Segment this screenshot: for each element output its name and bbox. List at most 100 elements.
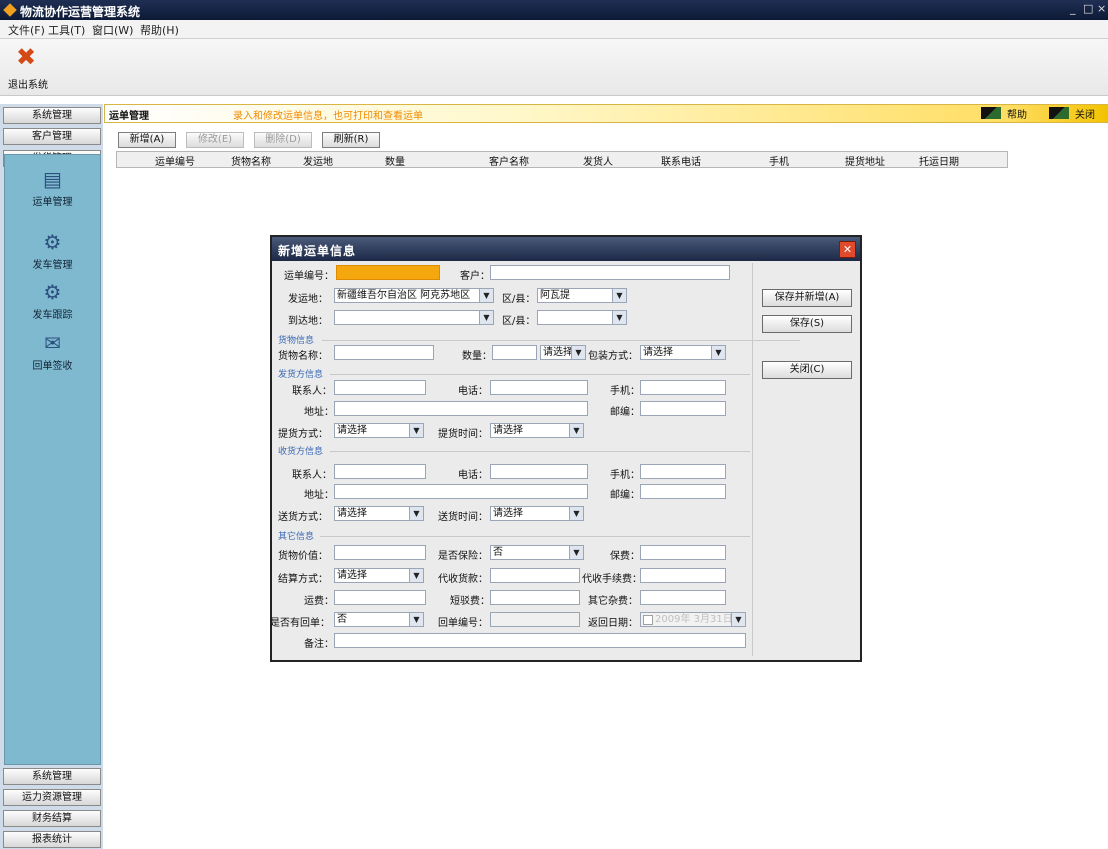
dialog-close-icon[interactable]: ✕	[839, 241, 856, 258]
short-fee-label: 短驳费：	[450, 596, 490, 607]
nav-system-management[interactable]: 系统管理	[3, 107, 101, 124]
menu-tools[interactable]: 工具(T)	[48, 22, 85, 38]
col-origin[interactable]: 发运地	[303, 153, 333, 168]
return-date-picker[interactable]: 2009年 3月31日 ▼	[640, 612, 746, 627]
cod-field[interactable]	[490, 568, 580, 583]
waybill-no-field[interactable]	[336, 265, 440, 280]
save-button[interactable]: 保存(S)	[762, 315, 852, 333]
close-tab-button[interactable]: 关闭	[1075, 106, 1095, 121]
premium-label: 保费：	[610, 551, 640, 562]
app-icon	[3, 3, 17, 17]
premium-field[interactable]	[640, 545, 726, 560]
return-date-checkbox[interactable]	[643, 615, 653, 625]
divider	[752, 263, 753, 656]
window-title-bar: 物流协作运营管理系统 _ □ ×	[0, 0, 1108, 20]
dest-district-select[interactable]: ▼	[537, 310, 627, 325]
save-and-new-button[interactable]: 保存并新增(A)	[762, 289, 852, 307]
freight-label: 运费：	[304, 596, 334, 607]
col-customer[interactable]: 客户名称	[489, 153, 529, 168]
close-window-button[interactable]: ×	[1097, 2, 1106, 15]
menu-help[interactable]: 帮助(H)	[140, 22, 179, 38]
short-fee-field[interactable]	[490, 590, 580, 605]
pack-select[interactable]: 请选择 ▼	[640, 345, 726, 360]
nav-reports[interactable]: 报表统计	[3, 831, 101, 848]
col-waybill-no[interactable]: 运单编号	[155, 153, 195, 168]
pickup-time-select[interactable]: 请选择 ▼	[490, 423, 584, 438]
col-shipper[interactable]: 发货人	[583, 153, 613, 168]
return-date-value: 2009年 3月31日	[655, 614, 733, 625]
receiver-address-field[interactable]	[334, 484, 588, 499]
customer-field[interactable]	[490, 265, 730, 280]
shipper-phone-field[interactable]	[490, 380, 588, 395]
menu-file[interactable]: 文件(F)	[8, 22, 45, 38]
shipper-mobile-field[interactable]	[640, 380, 726, 395]
help-button[interactable]: 帮助	[1007, 106, 1027, 121]
district-select[interactable]: 阿瓦提 ▼	[537, 288, 627, 303]
qty-field[interactable]	[492, 345, 537, 360]
add-button[interactable]: 新增(A)	[118, 132, 176, 148]
remark-field[interactable]	[334, 633, 746, 648]
nav-capacity-management[interactable]: 运力资源管理	[3, 789, 101, 806]
nav-tracking-label: 发车跟踪	[32, 310, 73, 321]
nav-tracking[interactable]: ⚙ 发车跟踪	[5, 280, 100, 330]
receipt-no-field[interactable]	[490, 612, 580, 627]
waybill-no-label: 运单编号：	[284, 271, 334, 282]
insured-select[interactable]: 否 ▼	[490, 545, 584, 560]
nav-finance[interactable]: 财务结算	[3, 810, 101, 827]
dialog-close-button[interactable]: 关闭(C)	[762, 361, 852, 379]
nav-receipt[interactable]: ✉ 回单签收	[5, 331, 100, 381]
nav-panel: ▤ 运单管理 ⚙ 发车管理 ⚙ 发车跟踪 ✉ 回单签收	[4, 154, 101, 765]
freight-field[interactable]	[334, 590, 426, 605]
delivery-mode-select[interactable]: 请选择 ▼	[334, 506, 424, 521]
nav-customer-management[interactable]: 客户管理	[3, 128, 101, 145]
origin-select[interactable]: 新疆维吾尔自治区 阿克苏地区 ▼	[334, 288, 494, 303]
delivery-time-value: 请选择	[493, 508, 523, 519]
refresh-button[interactable]: 刷新(R)	[322, 132, 380, 148]
goods-value-field[interactable]	[334, 545, 426, 560]
col-pickup-address[interactable]: 提货地址	[845, 153, 885, 168]
chevron-down-icon: ▼	[612, 311, 626, 324]
settle-select[interactable]: 请选择 ▼	[334, 568, 424, 583]
menu-window[interactable]: 窗口(W)	[92, 22, 133, 38]
unit-select[interactable]: 请选择 ▼	[540, 345, 586, 360]
receipt-select[interactable]: 否 ▼	[334, 612, 424, 627]
col-mobile[interactable]: 手机	[769, 153, 789, 168]
shipper-contact-field[interactable]	[334, 380, 426, 395]
cod-fee-field[interactable]	[640, 568, 726, 583]
nav-dispatch[interactable]: ⚙ 发车管理	[5, 230, 100, 280]
receiver-mobile-field[interactable]	[640, 464, 726, 479]
section-line	[330, 374, 750, 375]
nav-system-management-bottom[interactable]: 系统管理	[3, 768, 101, 785]
chevron-down-icon: ▼	[479, 311, 493, 324]
minimize-button[interactable]: _	[1070, 2, 1076, 15]
dest-select[interactable]: ▼	[334, 310, 494, 325]
receiver-zip-field[interactable]	[640, 484, 726, 499]
goods-name-label: 货物名称：	[278, 351, 328, 362]
edit-button[interactable]: 修改(E)	[186, 132, 244, 148]
maximize-button[interactable]: □	[1083, 2, 1093, 15]
col-ship-date[interactable]: 托运日期	[919, 153, 959, 168]
goods-name-field[interactable]	[334, 345, 434, 360]
shipper-address-label: 地址：	[304, 407, 334, 418]
other-fee-field[interactable]	[640, 590, 726, 605]
settle-value: 请选择	[337, 570, 367, 581]
receiver-phone-field[interactable]	[490, 464, 588, 479]
col-goods-name[interactable]: 货物名称	[231, 153, 271, 168]
insured-label: 是否保险：	[438, 551, 488, 562]
nav-receipt-label: 回单签收	[32, 361, 73, 372]
delete-button[interactable]: 删除(D)	[254, 132, 312, 148]
nav-waybill[interactable]: ▤ 运单管理	[5, 167, 100, 217]
delivery-time-select[interactable]: 请选择 ▼	[490, 506, 584, 521]
shipper-zip-field[interactable]	[640, 401, 726, 416]
chevron-down-icon: ▼	[409, 569, 423, 582]
exit-system-button[interactable]: ✖ 退出系统	[4, 41, 52, 91]
pickup-mode-select[interactable]: 请选择 ▼	[334, 423, 424, 438]
window-title: 物流协作运营管理系统	[20, 5, 141, 19]
col-phone[interactable]: 联系电话	[661, 153, 701, 168]
content-title: 运单管理	[109, 111, 149, 122]
customer-label: 客户：	[460, 271, 490, 282]
col-qty[interactable]: 数量	[385, 153, 405, 168]
chevron-down-icon: ▼	[571, 346, 585, 359]
shipper-address-field[interactable]	[334, 401, 588, 416]
receiver-contact-field[interactable]	[334, 464, 426, 479]
